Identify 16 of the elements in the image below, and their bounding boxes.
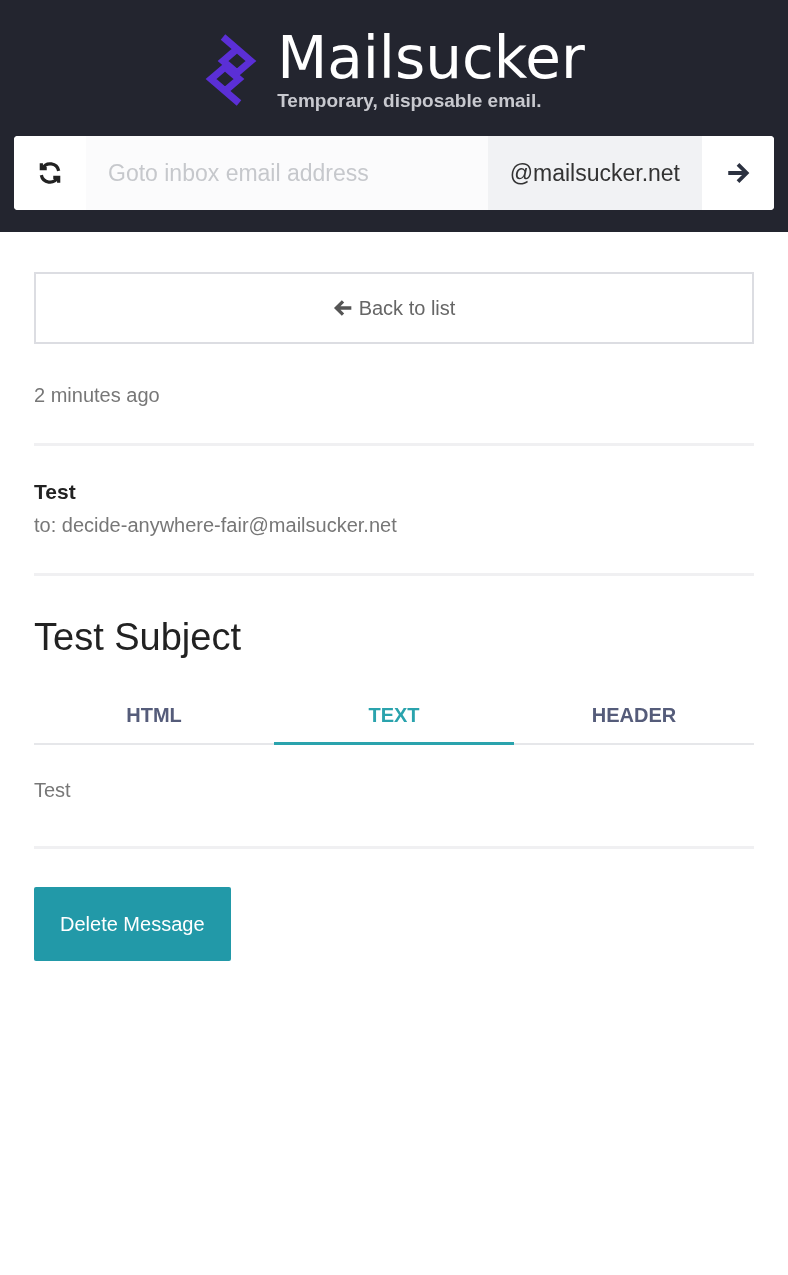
view-tab[interactable]: HEADER xyxy=(514,689,754,745)
app-title: Mailsucker xyxy=(277,28,585,88)
received-time: 2 minutes ago xyxy=(34,384,161,407)
message-subject: Test Subject xyxy=(34,616,242,659)
sender-name: Test xyxy=(34,480,77,504)
delete-button[interactable]: Delete Message xyxy=(34,887,231,961)
tagline: Temporary, disposable email. xyxy=(277,90,543,112)
recipient-address: to: decide-anywhere-fair@mailsucker.net xyxy=(34,514,398,537)
domain-label: @mailsucker.net xyxy=(487,136,702,210)
view-tab[interactable]: TEXT xyxy=(274,689,514,745)
arrow-left-icon xyxy=(332,298,353,318)
arrow-right-icon xyxy=(725,160,751,186)
view-tab[interactable]: HTML xyxy=(34,689,274,745)
refresh-icon xyxy=(37,160,63,186)
back-button[interactable]: Back to list xyxy=(34,272,754,344)
message-body: Test xyxy=(34,779,72,802)
